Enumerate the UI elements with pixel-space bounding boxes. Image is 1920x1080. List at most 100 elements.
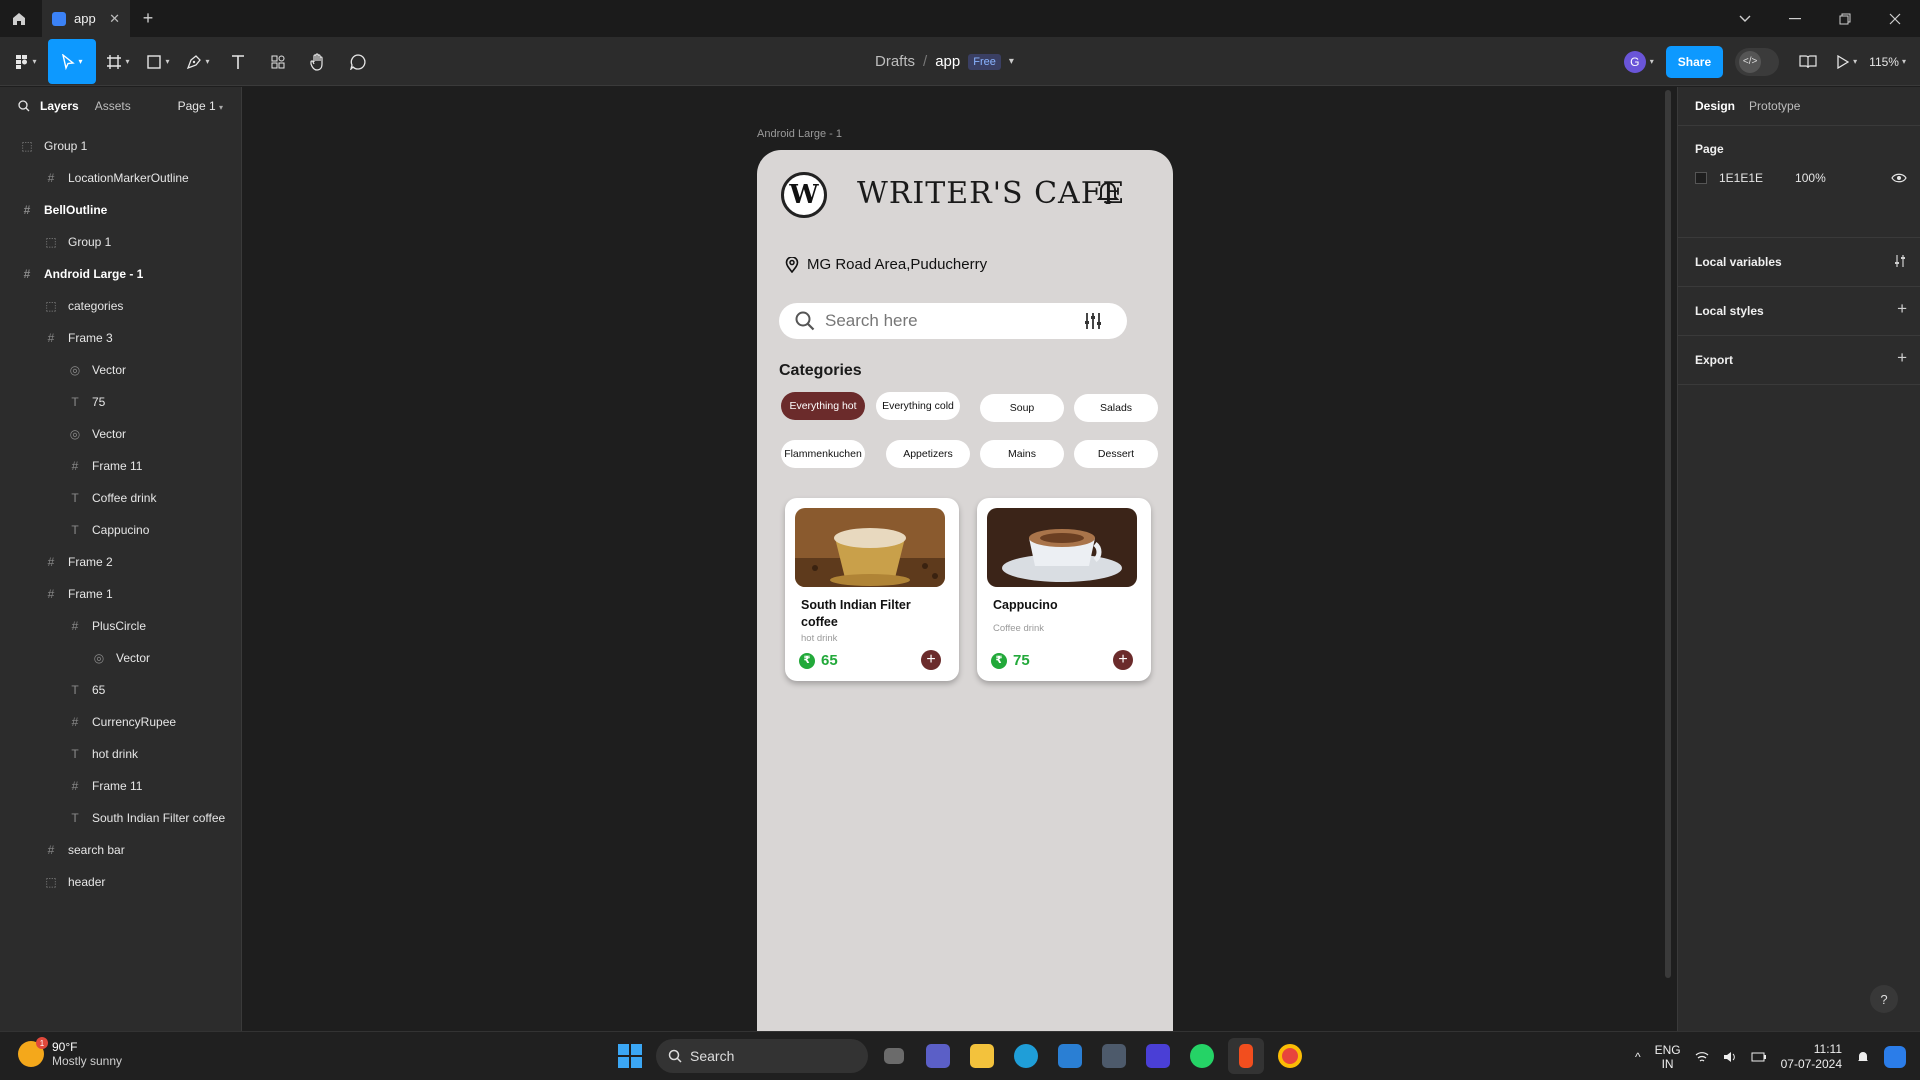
edge-icon[interactable] (1008, 1038, 1044, 1074)
tab-prototype[interactable]: Prototype (1749, 99, 1800, 113)
move-tool-button[interactable]: ▾ (48, 39, 96, 84)
category-pill[interactable]: Salads (1074, 394, 1158, 422)
clock[interactable]: 11:11 07-07-2024 (1781, 1042, 1842, 1072)
local-variables-section[interactable]: Local variables (1678, 237, 1920, 286)
layer-row[interactable]: ⬚ Group 1 (0, 226, 242, 258)
file-name[interactable]: app (935, 53, 960, 70)
product-card[interactable]: South Indian Filter coffee hot drink ₹ 6… (785, 498, 959, 681)
home-button[interactable] (0, 0, 38, 37)
layer-row[interactable]: # Frame 3 (0, 322, 242, 354)
layer-row[interactable]: Thot drink (0, 738, 242, 770)
layer-row[interactable]: T 75 (0, 386, 242, 418)
dev-mode-toggle[interactable]: </> (1735, 47, 1780, 76)
help-button[interactable]: ? (1870, 985, 1898, 1013)
category-pill[interactable]: Dessert (1074, 440, 1158, 468)
frame-tool-button[interactable]: ▾ (100, 39, 136, 84)
category-pill[interactable]: Flammenkuchen (781, 440, 865, 468)
user-menu[interactable]: G ▾ (1623, 50, 1654, 73)
library-button[interactable] (1791, 54, 1825, 69)
layer-row[interactable]: # PlusCircle (0, 610, 242, 642)
teams-icon[interactable] (920, 1038, 956, 1074)
page-color-value[interactable]: 1E1E1E (1719, 171, 1763, 185)
language-indicator[interactable]: ENG IN (1655, 1043, 1681, 1071)
local-styles-section[interactable]: Local styles + (1678, 286, 1920, 335)
layer-row[interactable]: # search bar (0, 834, 242, 866)
layer-row[interactable]: ◎ Vector (0, 354, 242, 386)
layer-row[interactable]: # LocationMarkerOutline (0, 162, 242, 194)
layer-row[interactable]: ⬚ categories (0, 290, 242, 322)
eye-icon[interactable] (1891, 173, 1907, 183)
close-window-button[interactable] (1870, 0, 1920, 37)
text-tool-button[interactable] (220, 39, 256, 84)
layer-row[interactable]: # Frame 2 (0, 546, 242, 578)
wifi-icon[interactable] (1695, 1051, 1709, 1063)
task-view-icon[interactable] (876, 1038, 912, 1074)
page-color-row[interactable]: 1E1E1E 100% (1695, 171, 1907, 185)
editor-icon[interactable] (1140, 1038, 1176, 1074)
whatsapp-icon[interactable] (1184, 1038, 1220, 1074)
restore-button[interactable] (1820, 0, 1870, 37)
layer-row[interactable]: # Frame 11 (0, 770, 242, 802)
layer-row[interactable]: T Cappucino (0, 514, 242, 546)
layer-row[interactable]: # BellOutline (0, 194, 242, 226)
volume-icon[interactable] (1723, 1051, 1737, 1063)
present-button[interactable]: ▾ (1837, 54, 1857, 69)
tab-list-button[interactable] (1720, 0, 1770, 37)
plus-circle-icon[interactable]: + (921, 650, 941, 670)
shape-tool-button[interactable]: ▾ (140, 39, 176, 84)
category-pill[interactable]: Everything cold (876, 392, 960, 420)
layer-row[interactable]: ⬚ Group 1 (0, 130, 242, 162)
breadcrumb-drafts[interactable]: Drafts (875, 53, 915, 70)
layer-row[interactable]: T South Indian Filter coffee (0, 802, 242, 834)
search-bar[interactable]: Search here (779, 303, 1127, 339)
comment-tool-button[interactable] (340, 39, 376, 84)
app-icon[interactable] (1096, 1038, 1132, 1074)
layer-row[interactable]: T Coffee drink (0, 482, 242, 514)
share-button[interactable]: Share (1665, 45, 1724, 78)
category-pill[interactable]: Everything hot (781, 392, 865, 420)
minimize-button[interactable] (1770, 0, 1820, 37)
page-select[interactable]: Page 1 ▾ (178, 99, 223, 113)
layer-row[interactable]: T 65 (0, 674, 242, 706)
category-pill[interactable]: Appetizers (886, 440, 970, 468)
location-row[interactable]: MG Road Area,Puducherry (785, 256, 987, 273)
filter-icon[interactable] (1083, 312, 1103, 330)
battery-icon[interactable] (1751, 1052, 1767, 1062)
windows-start-icon[interactable] (612, 1038, 648, 1074)
new-tab-button[interactable]: + (130, 0, 166, 37)
file-explorer-icon[interactable] (964, 1038, 1000, 1074)
copilot-icon[interactable] (1884, 1045, 1906, 1068)
bell-outline-icon[interactable] (1097, 180, 1119, 204)
figma-taskbar-icon[interactable] (1228, 1038, 1264, 1074)
tab-design[interactable]: Design (1695, 99, 1735, 113)
layer-row[interactable]: ◎ Vector (0, 418, 242, 450)
export-section[interactable]: Export + (1678, 335, 1920, 384)
category-pill[interactable]: Mains (980, 440, 1064, 468)
search-icon[interactable] (18, 100, 30, 112)
zoom-menu[interactable]: 115% ▾ (1869, 55, 1906, 69)
category-pill[interactable]: Soup (980, 394, 1064, 422)
tab-assets[interactable]: Assets (95, 99, 131, 113)
tab-close-button[interactable]: ✕ (109, 11, 120, 27)
layer-row[interactable]: # CurrencyRupee (0, 706, 242, 738)
android-frame[interactable]: W WRITER'S CAFE MG Road Area,Puducherry … (757, 150, 1173, 1031)
chevron-down-icon[interactable]: ▾ (1009, 56, 1014, 67)
main-menu-button[interactable]: ▾ (8, 39, 44, 84)
store-icon[interactable] (1052, 1038, 1088, 1074)
add-export-button[interactable]: + (1897, 348, 1907, 368)
taskbar-search[interactable]: Search (656, 1039, 868, 1073)
weather-widget[interactable]: 1 90°F Mostly sunny (18, 1037, 122, 1068)
layer-row[interactable]: # Frame 11 (0, 450, 242, 482)
canvas-scrollbar[interactable] (1665, 90, 1671, 978)
tab-layers[interactable]: Layers (40, 99, 79, 113)
hand-tool-button[interactable] (300, 39, 336, 84)
resources-button[interactable] (260, 39, 296, 84)
sliders-icon[interactable] (1893, 254, 1907, 268)
chevron-up-icon[interactable]: ^ (1635, 1050, 1641, 1064)
pen-tool-button[interactable]: ▾ (180, 39, 216, 84)
notification-bell-icon[interactable] (1856, 1050, 1870, 1064)
file-tab[interactable]: app ✕ (42, 0, 130, 37)
product-card[interactable]: Cappucino Coffee drink ₹ 75 + (977, 498, 1151, 681)
layer-row[interactable]: # Android Large - 1 (0, 258, 242, 290)
plus-circle-icon[interactable]: + (1113, 650, 1133, 670)
